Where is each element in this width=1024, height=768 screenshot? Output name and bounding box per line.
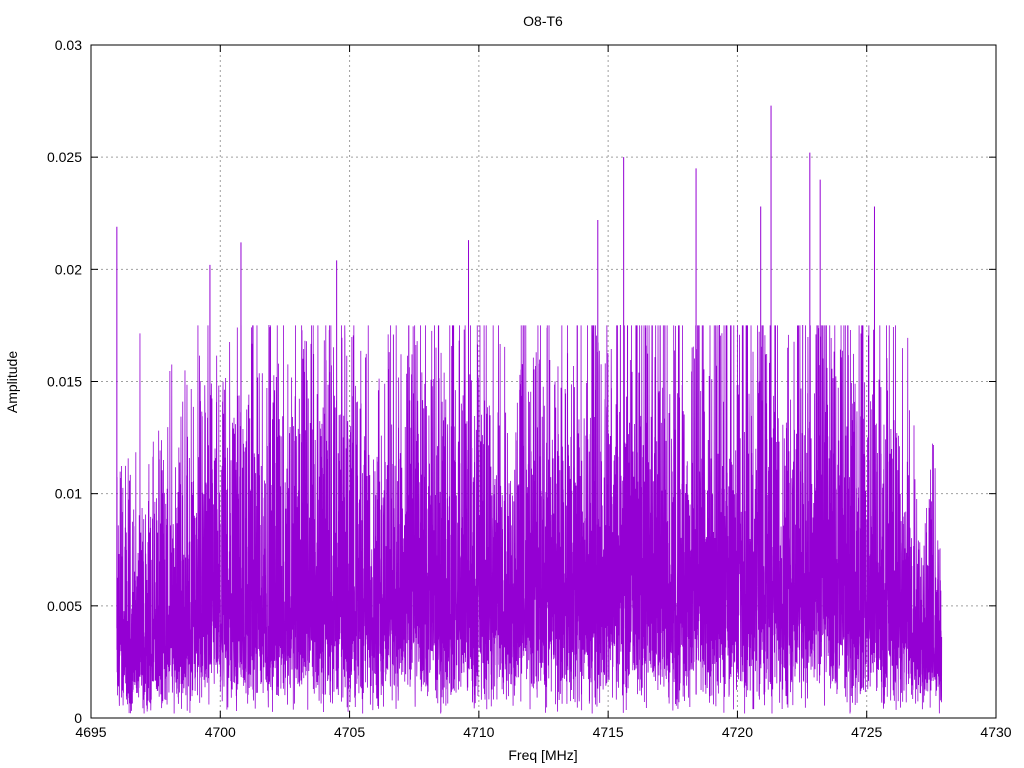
x-tick-label: 4700 (205, 724, 236, 740)
x-axis-label: Freq [MHz] (508, 747, 577, 763)
y-tick-label: 0 (74, 710, 82, 726)
chart-title: O8-T6 (523, 13, 563, 29)
series-amplitude (116, 105, 943, 714)
x-tick-label: 4695 (75, 724, 106, 740)
y-tick-label: 0.02 (55, 261, 82, 277)
y-tick-label: 0.015 (47, 374, 82, 390)
x-tick-label: 4730 (980, 724, 1011, 740)
y-axis-label: Amplitude (4, 351, 20, 413)
y-tick-label: 0.025 (47, 149, 82, 165)
y-tick-label: 0.03 (55, 37, 82, 53)
x-tick-label: 4710 (463, 724, 494, 740)
x-tick-label: 4705 (334, 724, 365, 740)
y-tick-label: 0.01 (55, 486, 82, 502)
x-tick-label: 4720 (722, 724, 753, 740)
y-tick-label: 0.005 (47, 598, 82, 614)
x-tick-label: 4715 (593, 724, 624, 740)
amplitude-chart: O8-T6 4695 4700 4705 4710 4715 4720 4725 4730 0… (4, 13, 1012, 763)
x-tick-label: 4725 (851, 724, 882, 740)
